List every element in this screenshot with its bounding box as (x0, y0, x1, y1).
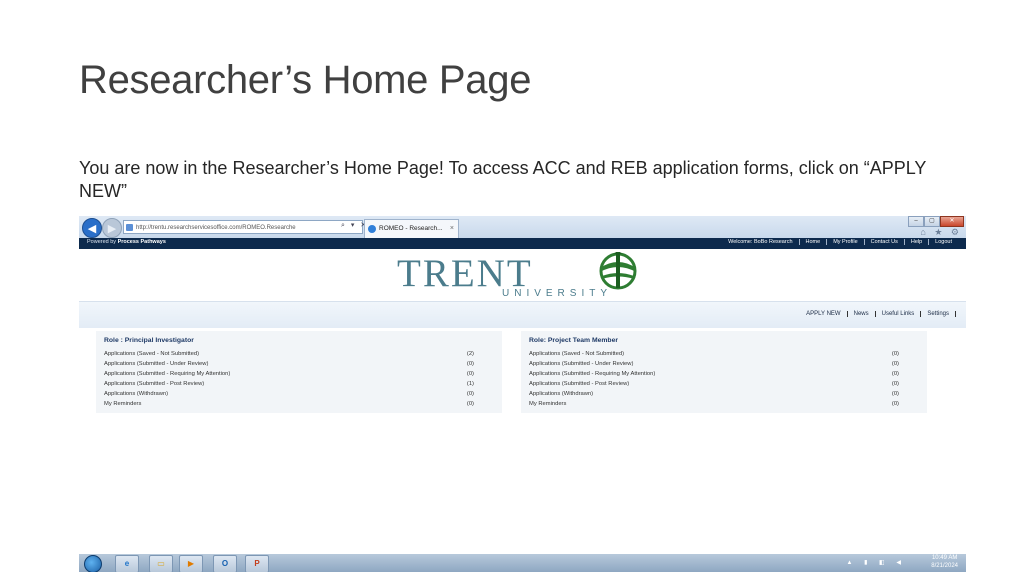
list-item[interactable]: Applications (Submitted - Requiring My A… (529, 371, 899, 381)
windows-taskbar: e ▭ ▶ O P ▲ ▮ ◧ ◀ 10:49 AM 8/21/2024 (79, 554, 966, 572)
powered-by-text: Powered by Process Pathways (87, 239, 166, 245)
browser-toolbar: ◀ ▶ http://trentu.researchservicesoffice… (79, 216, 966, 238)
apply-new-link[interactable]: APPLY NEW (800, 311, 848, 317)
list-item[interactable]: My Reminders (0) (104, 401, 474, 411)
tab-title: ROMEO - Research... (379, 225, 443, 232)
powerpoint-icon[interactable]: P (245, 555, 269, 572)
system-tray-icons[interactable]: ▲ ▮ ◧ ◀ (846, 559, 906, 566)
logo-banner: TRENT UNIVERSITY (79, 249, 966, 301)
settings-link[interactable]: Settings (921, 311, 956, 317)
top-links: Welcome: BoBo Research Home My Profile C… (722, 239, 958, 245)
ie-favicon-icon (368, 225, 376, 233)
list-item[interactable]: Applications (Submitted - Under Review)(… (529, 361, 899, 371)
trent-crest-icon (599, 252, 637, 290)
ie-icon[interactable]: e (115, 555, 139, 572)
list-item[interactable]: Applications (Submitted - Post Review) (1… (104, 381, 474, 391)
role-title: Role : Principal Investigator (104, 337, 194, 344)
list-item[interactable]: Applications (Submitted - Post Review) (0… (529, 381, 899, 391)
list-item[interactable]: Applications (Withdrawn) (0) (529, 391, 899, 401)
clock-time: 10:49 AM (931, 555, 958, 561)
tab-close-icon[interactable]: × (450, 220, 454, 238)
close-button[interactable]: ✕ (940, 216, 964, 227)
forward-arrow-icon: ▶ (107, 222, 117, 235)
outlook-icon[interactable]: O (213, 555, 237, 572)
list-item[interactable]: My Reminders (0) (529, 401, 899, 411)
action-links: APPLY NEW News Useful Links Settings (800, 311, 956, 317)
role-title: Role: Project Team Member (529, 337, 619, 344)
clock-date: 8/21/2024 (931, 563, 958, 569)
home-favorites-settings-icons[interactable]: ⌂ ★ ⚙ (920, 227, 962, 238)
list-item[interactable]: Applications (Withdrawn) (0) (104, 391, 474, 401)
list-item[interactable]: Applications (Submitted - Requiring My A… (104, 371, 474, 381)
page-icon (126, 224, 133, 231)
media-player-icon[interactable]: ▶ (179, 555, 203, 572)
role-panel-principal-investigator: Role : Principal Investigator Applicatio… (96, 331, 502, 413)
list-item[interactable]: Applications (Saved - Not Submitted) (0) (529, 351, 899, 361)
clock[interactable]: 10:49 AM 8/21/2024 (931, 554, 958, 570)
slide-title: Researcher’s Home Page (79, 58, 532, 102)
browser-tab[interactable]: ROMEO - Research... × (364, 219, 459, 238)
action-bar: APPLY NEW News Useful Links Settings (79, 301, 966, 328)
my-profile-link[interactable]: My Profile (827, 239, 865, 245)
news-link[interactable]: News (848, 311, 876, 317)
minimize-button[interactable]: – (908, 216, 924, 227)
list-item[interactable]: Applications (Saved - Not Submitted) (2) (104, 351, 474, 361)
address-bar[interactable]: http://trentu.researchservicesoffice.com… (123, 220, 363, 234)
help-link[interactable]: Help (905, 239, 930, 245)
welcome-text: Welcome: BoBo Research (722, 239, 800, 245)
logout-link[interactable]: Logout (929, 239, 958, 245)
list-item[interactable]: Applications (Submitted - Under Review)(… (104, 361, 474, 371)
maximize-button[interactable]: ▢ (924, 216, 940, 227)
contact-us-link[interactable]: Contact Us (865, 239, 905, 245)
back-arrow-icon: ◀ (87, 222, 97, 235)
useful-links-link[interactable]: Useful Links (876, 311, 922, 317)
window-controls: – ▢ ✕ (908, 216, 964, 227)
browser-screenshot: ◀ ▶ http://trentu.researchservicesoffice… (79, 216, 966, 572)
start-button[interactable] (84, 555, 102, 572)
role-panel-project-team-member: Role: Project Team Member Applications (… (521, 331, 927, 413)
slide-instructions: You are now in the Researcher’s Home Pag… (79, 158, 927, 201)
folder-icon[interactable]: ▭ (149, 555, 173, 572)
address-text: http://trentu.researchservicesoffice.com… (136, 225, 296, 231)
forward-button[interactable]: ▶ (102, 218, 122, 238)
back-button[interactable]: ◀ (82, 218, 102, 238)
site-top-bar: Powered by Process Pathways Welcome: BoB… (79, 238, 966, 249)
home-link[interactable]: Home (800, 239, 828, 245)
